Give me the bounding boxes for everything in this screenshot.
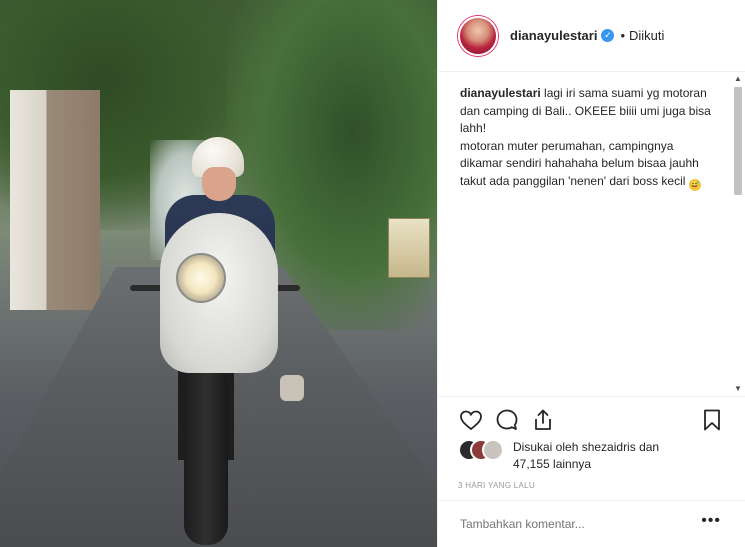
- grinning-sweat-emoji-icon: 😅: [688, 178, 701, 191]
- instagram-post: dianayulestari ✓ • Diikuti dianayulestar…: [0, 0, 745, 547]
- liker-avatars[interactable]: [458, 439, 510, 461]
- caption-scrollbar[interactable]: ▲ ▼: [732, 73, 744, 395]
- verified-badge-icon: ✓: [601, 29, 615, 42]
- liker-avatar[interactable]: [482, 439, 504, 461]
- bookmark-icon[interactable]: [699, 407, 725, 433]
- caption: dianayulestari lagi iri sama suami yg mo…: [460, 85, 718, 191]
- more-options-icon[interactable]: •••: [701, 512, 721, 530]
- caption-area: dianayulestari lagi iri sama suami yg mo…: [438, 73, 738, 393]
- scroll-down-arrow-icon[interactable]: ▼: [733, 383, 743, 395]
- likes-text: Disukai oleh shezaidris dan 47,155 lainn…: [513, 439, 723, 473]
- rider-face: [202, 167, 236, 201]
- caption-username[interactable]: dianayulestari: [460, 86, 541, 100]
- motorcycle-headlamp: [176, 253, 226, 303]
- likes-count[interactable]: 47,155: [513, 457, 550, 471]
- heart-icon[interactable]: [458, 407, 484, 433]
- rider-on-motorcycle: [120, 135, 310, 545]
- follow-status-button[interactable]: Diikuti: [629, 28, 664, 43]
- likes-middle: dan: [635, 440, 660, 454]
- action-bar: [438, 396, 745, 436]
- likes-section: Disukai oleh shezaidris dan 47,155 lainn…: [458, 437, 728, 477]
- likes-prefix: Disukai oleh: [513, 440, 582, 454]
- comment-icon[interactable]: [494, 407, 520, 433]
- scroll-up-arrow-icon[interactable]: ▲: [733, 73, 743, 85]
- caption-text: lagi iri sama suami yg motoran dan campi…: [460, 86, 711, 188]
- liker-username[interactable]: shezaidris: [582, 440, 636, 454]
- avatar[interactable]: [458, 15, 498, 56]
- separator-dot: •: [620, 28, 625, 43]
- photo-wall: [10, 90, 100, 310]
- post-timestamp[interactable]: 3 HARI YANG LALU: [458, 481, 535, 490]
- comment-input[interactable]: [458, 514, 692, 534]
- photo-signboard: [388, 218, 430, 278]
- comment-bar: •••: [438, 500, 745, 547]
- post-photo[interactable]: [0, 0, 437, 547]
- post-header: dianayulestari ✓ • Diikuti: [438, 0, 745, 72]
- scroll-thumb[interactable]: [734, 87, 742, 195]
- likes-suffix[interactable]: lainnya: [550, 457, 591, 471]
- motorcycle-front-tyre: [184, 360, 228, 545]
- share-icon[interactable]: [530, 407, 556, 433]
- rider-shoe: [280, 375, 304, 401]
- post-username[interactable]: dianayulestari: [510, 28, 597, 43]
- post-sidebar: dianayulestari ✓ • Diikuti dianayulestar…: [437, 0, 745, 547]
